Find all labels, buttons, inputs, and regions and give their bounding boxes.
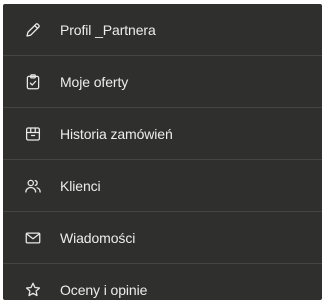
menu-item-clients[interactable]: Klienci — [3, 160, 322, 212]
archive-box-icon — [23, 124, 43, 144]
star-icon — [23, 280, 43, 300]
users-icon — [23, 176, 43, 196]
menu-item-label: Moje oferty — [60, 73, 129, 90]
menu-item-messages[interactable]: Wiadomości — [3, 212, 322, 264]
menu-item-label: Historia zamówień — [60, 125, 173, 142]
pencil-icon — [23, 20, 43, 40]
menu-item-order-history[interactable]: Historia zamówień — [3, 108, 322, 160]
menu-item-label: Oceny i opinie — [60, 282, 148, 298]
menu-item-partner-profile[interactable]: Profil _Partnera — [3, 4, 322, 56]
account-menu: Profil _Partnera Moje oferty Historia za… — [3, 4, 322, 300]
envelope-icon — [23, 228, 43, 248]
menu-item-label: Profil _Partnera — [60, 21, 156, 38]
menu-item-label: Wiadomości — [60, 229, 136, 246]
menu-item-label: Klienci — [60, 177, 101, 194]
menu-item-ratings-reviews[interactable]: Oceny i opinie — [3, 264, 322, 300]
clipboard-check-icon — [23, 72, 43, 92]
menu-item-my-offers[interactable]: Moje oferty — [3, 56, 322, 108]
